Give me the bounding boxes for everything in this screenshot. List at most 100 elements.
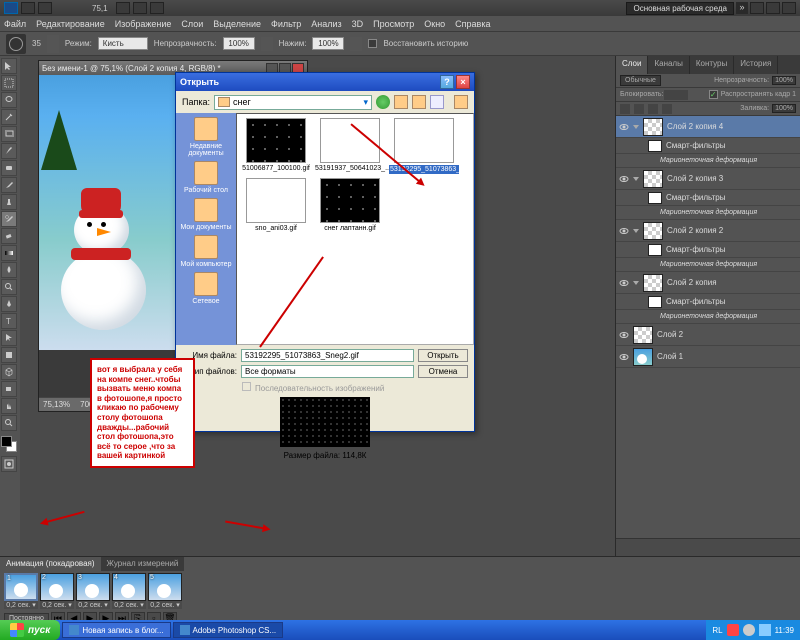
brush-preset-icon[interactable] <box>47 35 59 53</box>
file-thumbnail[interactable]: 53191937_50641023_... <box>315 118 385 174</box>
menu-выделение[interactable]: Выделение <box>213 19 261 29</box>
blend-mode-select[interactable]: Обычные <box>620 75 661 86</box>
path-select-tool-icon[interactable] <box>1 330 17 346</box>
lock-trans-icon[interactable] <box>620 104 630 114</box>
layer-row[interactable]: Марионеточная деформация <box>616 310 800 324</box>
clock[interactable]: 11:39 <box>775 626 794 635</box>
disclosure-icon[interactable] <box>633 177 639 181</box>
up-icon[interactable] <box>394 95 408 109</box>
visibility-icon[interactable] <box>619 174 629 184</box>
zoom-readout[interactable]: 75,1 <box>92 4 108 13</box>
file-list[interactable]: 51006877_100100.gif53191937_50641023_...… <box>236 113 474 345</box>
views-icon[interactable] <box>430 95 444 109</box>
back-icon[interactable] <box>376 95 390 109</box>
panel-tab[interactable]: История <box>734 56 778 74</box>
sequence-checkbox[interactable] <box>242 382 251 391</box>
eyedropper-tool-icon[interactable] <box>1 143 17 159</box>
animation-frame[interactable]: 40,2 сек. ▾ <box>112 573 146 609</box>
lock-brush-icon[interactable] <box>634 104 644 114</box>
lock-all-icon[interactable] <box>662 104 672 114</box>
panel-tab[interactable]: Каналы <box>648 56 689 74</box>
mini-bridge-icon[interactable] <box>38 2 52 14</box>
layer-row[interactable]: Смарт-фильтры <box>616 294 800 310</box>
dialog-help-icon[interactable]: ? <box>440 75 454 89</box>
layer-row[interactable]: Смарт-фильтры <box>616 242 800 258</box>
layer-row[interactable]: Слой 2 копия <box>616 272 800 294</box>
menu-слои[interactable]: Слои <box>181 19 203 29</box>
menu-просмотр[interactable]: Просмотр <box>373 19 414 29</box>
newfolder-icon[interactable] <box>412 95 426 109</box>
system-tray[interactable]: RL 11:39 <box>706 620 800 640</box>
3d-camera-tool-icon[interactable] <box>1 381 17 397</box>
file-thumbnail[interactable]: снег лаптанн.gif <box>315 178 385 232</box>
lock-move-icon[interactable] <box>648 104 658 114</box>
layer-row[interactable]: Слой 2 копия 4 <box>616 116 800 138</box>
layer-name[interactable]: Смарт-фильтры <box>666 245 725 254</box>
bridge-icon[interactable] <box>21 2 35 14</box>
layer-row[interactable]: Слой 2 копия 2 <box>616 220 800 242</box>
layer-name[interactable]: Слой 2 копия 3 <box>667 174 723 183</box>
tray-gear-icon[interactable] <box>743 624 755 636</box>
type-tool-icon[interactable]: T <box>1 313 17 329</box>
lock-pixels-icon[interactable] <box>664 90 676 100</box>
fill-input[interactable]: 100% <box>772 104 796 113</box>
layer-row[interactable]: Слой 1 <box>616 346 800 368</box>
heal-tool-icon[interactable] <box>1 160 17 176</box>
layer-row[interactable]: Слой 2 копия 3 <box>616 168 800 190</box>
bridge-dlg-icon[interactable] <box>454 95 468 109</box>
menu-изображение[interactable]: Изображение <box>115 19 172 29</box>
layer-name[interactable]: Слой 2 <box>657 330 683 339</box>
brush-tool-icon[interactable] <box>1 177 17 193</box>
layer-name[interactable]: Марионеточная деформация <box>660 209 757 216</box>
layer-thumbnail[interactable] <box>633 348 653 366</box>
dodge-tool-icon[interactable] <box>1 279 17 295</box>
layer-row[interactable]: Марионеточная деформация <box>616 258 800 272</box>
disclosure-icon[interactable] <box>633 229 639 233</box>
tray-network-icon[interactable] <box>759 624 771 636</box>
quickmask-icon[interactable] <box>1 456 17 472</box>
layer-name[interactable]: Смарт-фильтры <box>666 193 725 202</box>
menu-анализ[interactable]: Анализ <box>311 19 341 29</box>
marquee-tool-icon[interactable] <box>1 75 17 91</box>
menu-редактирование[interactable]: Редактирование <box>36 19 105 29</box>
taskbar-task[interactable]: Новая запись в блог... <box>62 622 170 638</box>
place-item[interactable]: Рабочий стол <box>184 161 228 194</box>
start-button[interactable]: пуск <box>0 620 60 640</box>
tray-shield-icon[interactable] <box>727 624 739 636</box>
anim-tab[interactable]: Журнал измерений <box>101 557 185 571</box>
workspace-switcher[interactable]: Основная рабочая среда <box>626 2 734 15</box>
layer-thumbnail[interactable] <box>633 326 653 344</box>
layer-thumbnail[interactable] <box>643 222 663 240</box>
layer-opacity-input[interactable]: 100% <box>772 76 796 85</box>
history-checkbox[interactable] <box>368 39 377 48</box>
place-item[interactable]: Недавние документы <box>176 117 236 157</box>
layer-name[interactable]: Слой 2 копия 4 <box>667 122 723 131</box>
layer-row[interactable]: Слой 2 <box>616 324 800 346</box>
layer-name[interactable]: Слой 1 <box>657 352 683 361</box>
doc-zoom[interactable]: 75,13% <box>43 400 70 409</box>
menu-файл[interactable]: Файл <box>4 19 26 29</box>
screenmode-icon[interactable] <box>150 2 164 14</box>
folder-select[interactable]: снег ▾ <box>214 95 372 110</box>
opacity-input[interactable]: 100% <box>223 37 255 50</box>
wand-tool-icon[interactable] <box>1 109 17 125</box>
place-item[interactable]: Мои документы <box>180 198 231 231</box>
shape-tool-icon[interactable] <box>1 347 17 363</box>
airbrush-icon[interactable] <box>350 37 362 51</box>
filename-input[interactable]: 53192295_51073863_Sneg2.gif <box>241 349 414 362</box>
layer-name[interactable]: Слой 2 копия <box>667 278 717 287</box>
stamp-tool-icon[interactable] <box>1 194 17 210</box>
layer-name[interactable]: Марионеточная деформация <box>660 313 757 320</box>
language-indicator[interactable]: RL <box>712 626 722 635</box>
animation-frame[interactable]: 20,2 сек. ▾ <box>40 573 74 609</box>
menu-3d[interactable]: 3D <box>352 19 364 29</box>
layer-row[interactable]: Марионеточная деформация <box>616 206 800 220</box>
visibility-icon[interactable] <box>619 352 629 362</box>
panel-tab[interactable]: Контуры <box>690 56 734 74</box>
pen-tool-icon[interactable] <box>1 296 17 312</box>
dialog-close-icon[interactable]: × <box>456 75 470 89</box>
layer-thumbnail[interactable] <box>643 118 663 136</box>
window-minimize-icon[interactable] <box>750 2 764 14</box>
window-restore-icon[interactable] <box>766 2 780 14</box>
spread-checkbox[interactable]: ✓ <box>709 90 718 99</box>
